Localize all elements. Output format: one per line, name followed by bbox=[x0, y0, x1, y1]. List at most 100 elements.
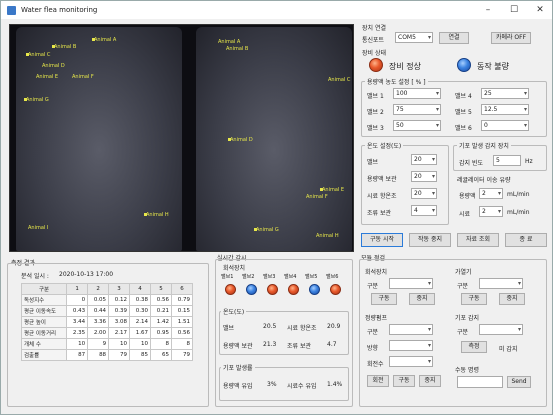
table-cell: 10 bbox=[66, 338, 89, 350]
pump-field-label: 구분 bbox=[367, 329, 379, 336]
valve4-select[interactable]: 25 ▾ bbox=[481, 88, 529, 99]
table-cell: 0.15 bbox=[170, 305, 194, 317]
close-button[interactable]: ✕ bbox=[529, 3, 551, 17]
table-header-cell: 6 bbox=[170, 283, 194, 295]
tank-label: Animal E bbox=[36, 74, 59, 80]
bubble-freq-input[interactable]: 5 bbox=[493, 155, 521, 166]
regulator-value: 2 bbox=[482, 190, 486, 197]
valve-indicator-label: 밸브6 bbox=[326, 274, 339, 280]
bubble-check-field-label: 구분 bbox=[457, 329, 469, 336]
pump-select[interactable]: ▾ bbox=[389, 324, 433, 335]
table-cell: 79 bbox=[170, 349, 194, 361]
tank-label: Animal E bbox=[322, 187, 345, 193]
valve3-led bbox=[267, 284, 278, 295]
realtime-temp-title: 온도(도) bbox=[221, 307, 247, 316]
port-value: COM5 bbox=[398, 34, 416, 41]
dilution-run-button[interactable]: 구동 bbox=[371, 293, 397, 305]
temp-value: 20 bbox=[414, 156, 422, 163]
stop-button[interactable]: 작동 중지 bbox=[409, 233, 451, 247]
temp-algae-select[interactable]: 4 ▾ bbox=[411, 205, 437, 216]
maximize-button[interactable]: ☐ bbox=[503, 3, 525, 17]
dilution-stop-button[interactable]: 중지 bbox=[409, 293, 435, 305]
minimize-button[interactable]: – bbox=[477, 3, 499, 17]
realtime-temp-label: 시료 항온조 bbox=[287, 325, 317, 332]
pump-rotation-select[interactable]: ▾ bbox=[389, 356, 433, 367]
valve2-select[interactable]: 75 ▾ bbox=[393, 104, 441, 115]
camera-toggle-button[interactable]: 카메라 OFF bbox=[491, 32, 531, 44]
connect-button[interactable]: 연결 bbox=[439, 32, 469, 44]
heater-run-button[interactable]: 구동 bbox=[461, 293, 487, 305]
temp-incubator-select[interactable]: 20 ▾ bbox=[411, 188, 437, 199]
valve5-select[interactable]: 12.5 ▾ bbox=[481, 104, 529, 115]
tank-label: Animal A bbox=[218, 39, 241, 45]
realtime-bubble-value: 1.4% bbox=[327, 381, 343, 388]
valve3-select[interactable]: 50 ▾ bbox=[393, 120, 441, 131]
table-row-label: 평균 이동거리 bbox=[20, 327, 68, 339]
table-row: 평균 높이 3.44 3.36 3.08 2.14 1.42 1.51 bbox=[20, 316, 194, 328]
table-cell: 79 bbox=[108, 349, 131, 361]
tracking-point bbox=[228, 138, 231, 141]
valve6-select[interactable]: 0 ▾ bbox=[481, 120, 529, 131]
chevron-down-icon: ▾ bbox=[431, 207, 435, 214]
device-status-title: 장비 상태 bbox=[362, 50, 386, 57]
valve-indicator-label: 밸브2 bbox=[242, 274, 255, 280]
chevron-down-icon: ▾ bbox=[431, 190, 435, 197]
table-cell: 8 bbox=[170, 338, 194, 350]
valve-value: 100 bbox=[396, 90, 408, 97]
realtime-bubble-label: 시료수 유입 bbox=[287, 383, 317, 390]
regulator-label: 시료 bbox=[459, 211, 471, 218]
regulator-solution-select[interactable]: 2 ▾ bbox=[479, 188, 503, 199]
send-button[interactable]: Send bbox=[507, 376, 531, 388]
valve-indicator-label: 밸브1 bbox=[221, 274, 234, 280]
bubble-measure-button[interactable]: 측정 bbox=[461, 341, 487, 353]
realtime-temp-label: 용량액 보관 bbox=[223, 343, 253, 350]
left-tank-view: Animal A Animal B Animal C Animal D Anim… bbox=[16, 27, 182, 251]
valve1-select[interactable]: 100 ▾ bbox=[393, 88, 441, 99]
tank-label: Animal H bbox=[316, 233, 339, 239]
valve-value: 12.5 bbox=[484, 106, 498, 113]
chevron-down-icon: ▾ bbox=[517, 326, 521, 333]
table-row-label: 개체 수 bbox=[20, 338, 68, 350]
valve5-led bbox=[309, 284, 320, 295]
valve-indicator-label: 밸브4 bbox=[284, 274, 297, 280]
lookup-button[interactable]: 자료 조회 bbox=[457, 233, 499, 247]
valve-label: 밸브 4 bbox=[455, 93, 472, 100]
valve-label: 밸브 5 bbox=[455, 109, 472, 116]
realtime-temp-label: 조류 보관 bbox=[287, 343, 311, 350]
table-header-cell: 1 bbox=[66, 283, 89, 295]
valve-value: 0 bbox=[484, 122, 488, 129]
temp-valve-select[interactable]: 20 ▾ bbox=[411, 154, 437, 165]
tank-label: Animal A bbox=[94, 37, 117, 43]
tank-label: Animal F bbox=[72, 74, 94, 80]
pump-run-button[interactable]: 구동 bbox=[393, 375, 415, 387]
regulator-sample-select[interactable]: 2 ▾ bbox=[479, 206, 503, 217]
bubble-check-select[interactable]: ▾ bbox=[479, 324, 523, 335]
dilution-select[interactable]: ▾ bbox=[389, 278, 433, 289]
tracking-point bbox=[52, 45, 55, 48]
temp-storage-select[interactable]: 20 ▾ bbox=[411, 171, 437, 182]
valve-label: 밸브 6 bbox=[455, 125, 472, 132]
heater-select[interactable]: ▾ bbox=[479, 278, 523, 289]
control-panel: 장치 연결 통신포트 COM5 ▾ 연결 카메라 OFF 장비 상태 장비 정상 … bbox=[359, 21, 551, 251]
heater-stop-button[interactable]: 중지 bbox=[499, 293, 525, 305]
manual-command-input[interactable] bbox=[457, 376, 503, 388]
pump-stop-button[interactable]: 중지 bbox=[419, 375, 441, 387]
pump-direction-select[interactable]: ▾ bbox=[389, 340, 433, 351]
chevron-down-icon: ▾ bbox=[435, 90, 439, 97]
realtime-bubble-value: 3% bbox=[267, 381, 277, 388]
heater-field-label: 구분 bbox=[457, 283, 469, 290]
table-row: 검출률 87 88 79 85 65 79 bbox=[20, 349, 194, 361]
start-button[interactable]: 구동 시작 bbox=[361, 233, 403, 247]
chevron-down-icon: ▾ bbox=[431, 156, 435, 163]
table-cell: 0 bbox=[66, 294, 89, 306]
exit-button[interactable]: 종 료 bbox=[505, 233, 547, 247]
title-bar: Water flea monitoring – ☐ ✕ bbox=[1, 1, 552, 19]
pump-rotate-button[interactable]: 회전 bbox=[367, 375, 389, 387]
table-cell: 10 bbox=[108, 338, 131, 350]
table-row: 개체 수 10 9 10 10 8 8 bbox=[20, 338, 194, 350]
table-row-label: 평균 높이 bbox=[20, 316, 68, 328]
table-cell: 65 bbox=[150, 349, 172, 361]
chevron-down-icon: ▾ bbox=[427, 358, 431, 365]
table-header-cell: 4 bbox=[129, 283, 151, 295]
port-select[interactable]: COM5 ▾ bbox=[395, 32, 433, 43]
